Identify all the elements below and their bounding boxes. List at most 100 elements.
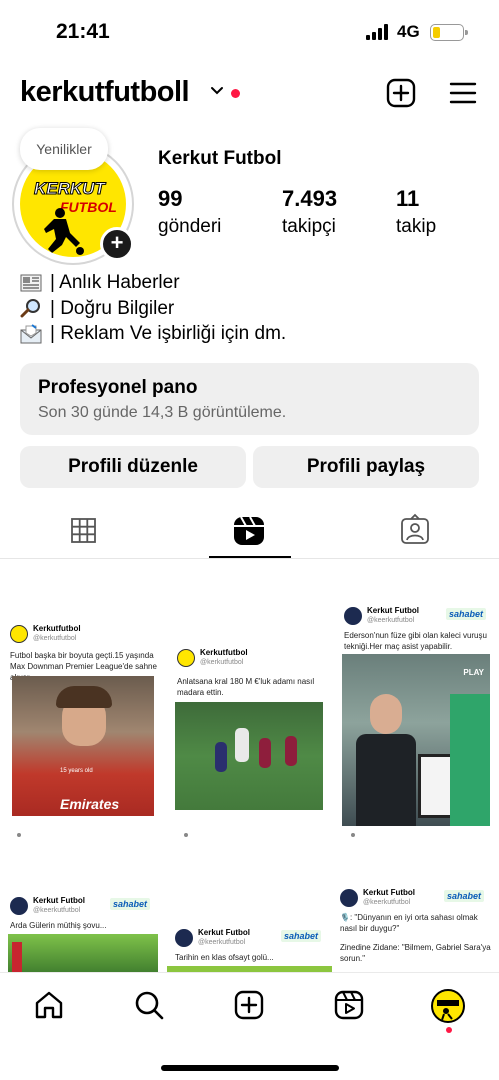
avatar-logo-text: KERKUT bbox=[34, 179, 106, 199]
reels-icon[interactable] bbox=[231, 513, 267, 549]
view-count-value: 16,7B bbox=[365, 826, 406, 843]
dashboard-title: Profesyonel pano bbox=[38, 377, 198, 398]
stat-value: 99 bbox=[158, 186, 183, 211]
notification-dot bbox=[231, 89, 240, 98]
content-tabs bbox=[0, 507, 499, 559]
sponsor-badge: sahabet bbox=[444, 890, 485, 902]
profile-note[interactable]: Yenilikler bbox=[20, 128, 108, 170]
sponsor-badge: sahabet bbox=[110, 898, 151, 910]
edit-profile-button[interactable]: Profili düzenle bbox=[20, 446, 246, 488]
player-figure bbox=[259, 738, 271, 768]
stat-label: takipçi bbox=[282, 216, 336, 237]
tweet-header: Kerkut Futbol @keerkutfutbol bbox=[175, 928, 250, 947]
player-figure bbox=[285, 736, 297, 766]
bio-line: | Anlık Haberler bbox=[20, 270, 286, 296]
grid-icon[interactable] bbox=[65, 513, 101, 549]
post-photo bbox=[8, 934, 158, 972]
sponsor-badge: sahabet bbox=[281, 930, 322, 942]
bio-line: | Doğru Bilgiler bbox=[20, 296, 286, 322]
tweet-header: Kerkutfutbol @kerkutfutbol bbox=[177, 648, 248, 667]
eye-icon bbox=[347, 831, 359, 838]
tweet-avatar bbox=[344, 606, 362, 625]
menu-icon[interactable] bbox=[449, 80, 477, 106]
stat-posts[interactable]: 99 gönderi bbox=[158, 186, 221, 238]
create-icon[interactable] bbox=[233, 989, 265, 1021]
photo-caption: 15 years old bbox=[60, 768, 93, 774]
view-count: 13,3B bbox=[179, 826, 238, 843]
bio-text: | Reklam Ve işbirliği için dm. bbox=[50, 323, 287, 344]
professional-dashboard[interactable]: Profesyonel pano Son 30 günde 14,3 B gör… bbox=[20, 363, 479, 435]
reels-grid: Kerkutfutbol @kerkutfutbol Futbol başka … bbox=[0, 560, 499, 972]
eye-icon bbox=[180, 831, 192, 838]
stat-followers[interactable]: 7.493 takipçi bbox=[282, 186, 337, 238]
person-face bbox=[370, 694, 402, 734]
reel-tile[interactable]: Kerkut Futbol @keerkutfutbol sahabet Ede… bbox=[334, 598, 499, 853]
stat-label: gönderi bbox=[158, 216, 222, 237]
bio: | Anlık Haberler | Doğru Bilgiler | Rekl… bbox=[20, 270, 286, 347]
tweet-account: Kerkut Futbol bbox=[198, 928, 250, 937]
chevron-down-icon[interactable] bbox=[210, 86, 224, 96]
player-figure bbox=[215, 742, 227, 772]
stat-following[interactable]: 11 takip bbox=[396, 186, 436, 238]
network-type: 4G bbox=[397, 22, 420, 41]
tagged-icon[interactable] bbox=[397, 513, 433, 549]
view-count: 2.566 bbox=[12, 826, 69, 843]
tweet-handle: @kerkutfutbol bbox=[33, 635, 77, 642]
tweet-avatar bbox=[10, 624, 28, 643]
display-name: Kerkut Futbol bbox=[158, 148, 282, 169]
tweet-account: Kerkutfutbol bbox=[33, 624, 81, 633]
video-watermark: PLAY bbox=[463, 668, 484, 677]
search-icon[interactable] bbox=[133, 989, 165, 1021]
notification-dot bbox=[446, 1027, 452, 1033]
status-bar: 21:41 4G bbox=[0, 0, 499, 64]
newspaper-icon bbox=[20, 274, 42, 292]
view-count: 16,7B bbox=[346, 826, 405, 843]
tweet-avatar bbox=[177, 648, 195, 667]
post-photo bbox=[175, 702, 323, 810]
tweet-handle: @keerkutfutbol bbox=[363, 899, 411, 906]
player-hair bbox=[56, 686, 112, 708]
home-indicator[interactable] bbox=[161, 1065, 339, 1071]
tweet-header: Kerkut Futbol @keerkutfutbol bbox=[340, 888, 415, 907]
reel-tile[interactable]: Kerkut Futbol @keerkutfutbol sahabet Tar… bbox=[167, 856, 332, 972]
add-story-button[interactable]: + bbox=[100, 227, 134, 261]
profile-header: kerkutfutboll bbox=[0, 70, 499, 118]
bio-text: | Doğru Bilgiler bbox=[50, 297, 175, 319]
tweet-avatar bbox=[340, 888, 358, 907]
eye-icon bbox=[13, 831, 25, 838]
stat-label: takip bbox=[396, 216, 437, 237]
tweet-header: Kerkutfutbol @kerkutfutbol bbox=[10, 624, 81, 643]
reels-icon[interactable] bbox=[333, 989, 365, 1021]
player-figure bbox=[235, 728, 249, 762]
tweet-text: Arda Gülerin müthiş şovu... bbox=[10, 921, 107, 930]
username[interactable]: kerkutfutboll bbox=[20, 76, 190, 109]
person-suit bbox=[356, 734, 416, 826]
tweet-text: 🎙️: "Dünyanın en iyi orta sahası olmak n… bbox=[340, 913, 478, 933]
tweet-handle: @keerkutfutbol bbox=[198, 939, 246, 946]
tweet-header: Kerkut Futbol @keerkutfutbol bbox=[344, 606, 419, 625]
post-photo: PLAY bbox=[342, 654, 490, 826]
reel-tile[interactable]: Kerkut Futbol @keerkutfutbol sahabet Ard… bbox=[0, 856, 165, 972]
avatar-logo bbox=[437, 1000, 459, 1021]
status-time: 21:41 bbox=[56, 20, 110, 43]
reel-tile[interactable]: Kerkutfutbol @kerkutfutbol Futbol başka … bbox=[0, 598, 165, 853]
tweet-header: Kerkut Futbol @keerkutfutbol bbox=[10, 896, 85, 915]
tweet-account: Kerkut Futbol bbox=[363, 888, 415, 897]
new-post-icon[interactable] bbox=[386, 78, 416, 108]
profile-avatar[interactable] bbox=[431, 989, 465, 1023]
battery-icon bbox=[430, 24, 468, 41]
reel-tile[interactable]: Kerkutfutbol @kerkutfutbol Anlatsana kra… bbox=[167, 598, 332, 853]
post-photo: 15 years old Emirates bbox=[12, 676, 154, 816]
dashboard-subtitle: Son 30 günde 14,3 B görüntüleme. bbox=[38, 404, 287, 421]
home-icon[interactable] bbox=[33, 989, 65, 1021]
tweet-handle: @kerkutfutbol bbox=[200, 659, 244, 666]
tweet-text: Zinedine Zidane: "Bilmem, Gabriel Sara'y… bbox=[340, 943, 491, 963]
tweet-handle: @keerkutfutbol bbox=[367, 617, 415, 624]
envelope-icon bbox=[20, 323, 42, 344]
sponsor-badge: sahabet bbox=[446, 608, 487, 620]
magnifier-icon bbox=[20, 299, 40, 318]
share-profile-button[interactable]: Profili paylaş bbox=[253, 446, 479, 488]
signal-icon bbox=[366, 24, 390, 40]
player-kit bbox=[450, 694, 490, 826]
reel-tile[interactable]: Kerkut Futbol @keerkutfutbol sahabet 🎙️:… bbox=[334, 856, 499, 972]
